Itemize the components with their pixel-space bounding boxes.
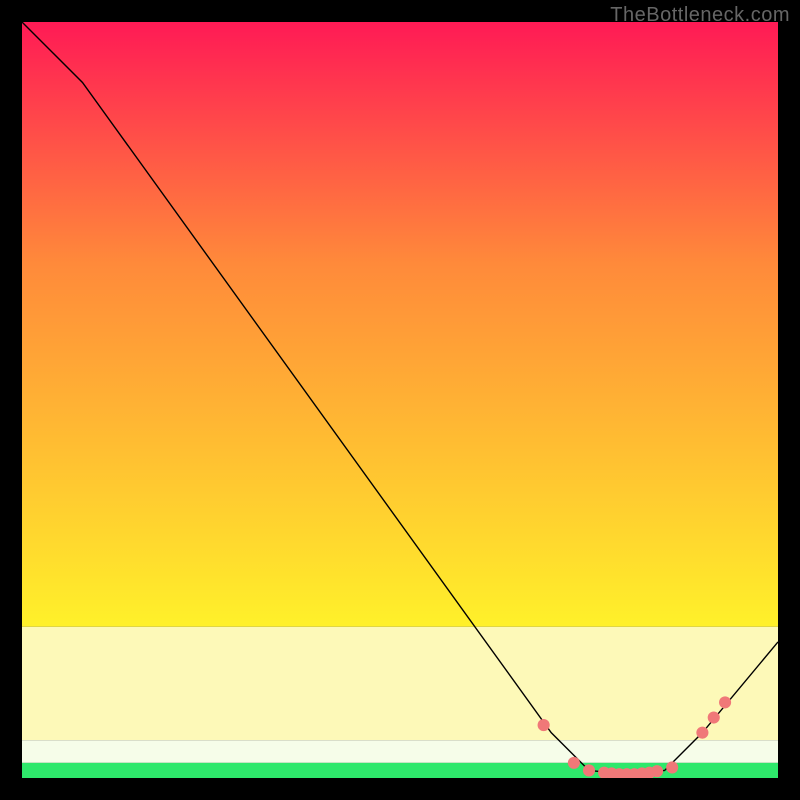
band-pale-yellow bbox=[22, 627, 778, 740]
marker-dot bbox=[696, 727, 708, 739]
chart-frame: TheBottleneck.com bbox=[0, 0, 800, 800]
marker-dot bbox=[583, 764, 595, 776]
plot-area bbox=[22, 22, 778, 778]
marker-dot bbox=[666, 761, 678, 773]
band-greenish-white bbox=[22, 740, 778, 763]
marker-dot bbox=[708, 711, 720, 723]
band-gradient bbox=[22, 22, 778, 627]
marker-dot bbox=[719, 696, 731, 708]
chart-svg bbox=[22, 22, 778, 778]
marker-dot bbox=[651, 765, 663, 777]
marker-dot bbox=[538, 719, 550, 731]
marker-dot bbox=[568, 757, 580, 769]
watermark-text: TheBottleneck.com bbox=[610, 4, 790, 27]
